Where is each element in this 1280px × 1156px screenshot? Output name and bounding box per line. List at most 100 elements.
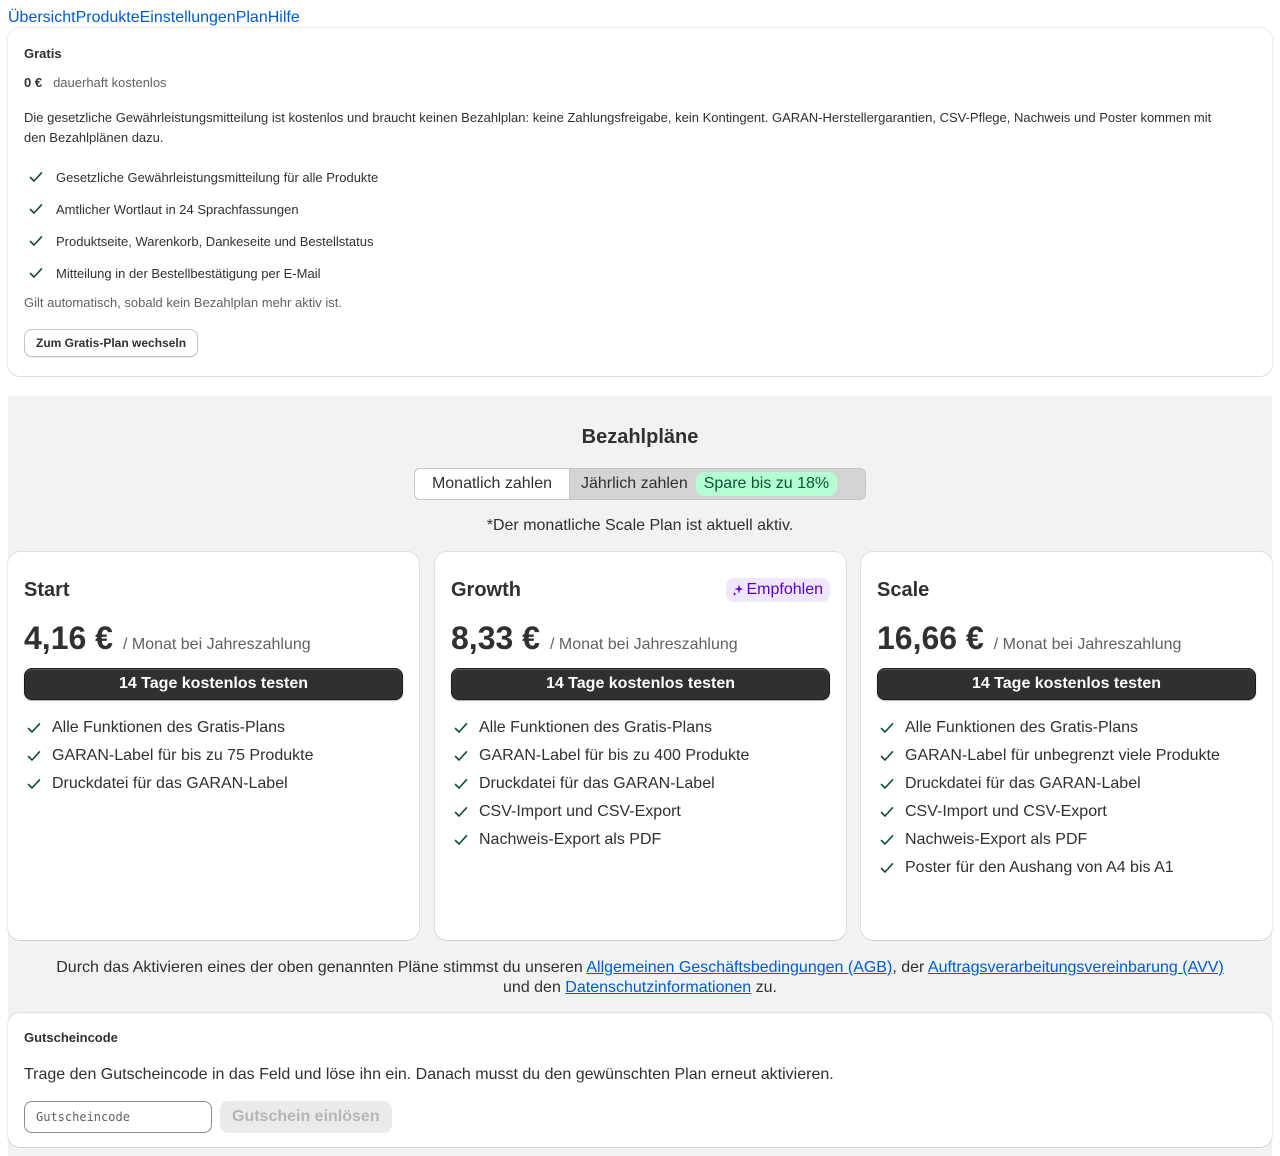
checkmark-icon [877, 746, 897, 766]
plan-name: Scale [877, 578, 930, 601]
plan-feature-list: Alle Funktionen des Gratis-Plans GARAN-L… [451, 714, 830, 854]
plan-feature-item: Alle Funktionen des Gratis-Plans [877, 714, 1256, 742]
paid-plans-section: Bezahlpläne Monatlich zahlen Jährlich za… [8, 396, 1272, 1156]
checkmark-icon [451, 802, 471, 822]
voucher-card: Gutscheincode Trage den Gutscheincode in… [8, 1013, 1272, 1147]
plan-card-scale: Scale 16,66 € / Monat bei Jahreszahlung … [861, 552, 1272, 940]
plan-feature-item: CSV-Import und CSV-Export [451, 798, 830, 826]
recommended-badge: Empfohlen [725, 578, 830, 602]
checkmark-icon [877, 802, 897, 822]
plan-feature-label: Nachweis-Export als PDF [905, 831, 1088, 848]
plan-price-period: / Monat bei Jahreszahlung [122, 636, 311, 653]
privacy-info-link[interactable]: Datenschutzinformationen [565, 979, 751, 996]
plan-feature-item: Alle Funktionen des Gratis-Plans [24, 714, 403, 742]
start-trial-button[interactable]: 14 Tage kostenlos testen [877, 668, 1256, 700]
checkmark-icon [24, 774, 44, 794]
gratis-feature-label: Produktseite, Warenkorb, Dankeseite und … [56, 233, 374, 249]
start-trial-button[interactable]: 14 Tage kostenlos testen [451, 668, 830, 700]
redeem-voucher-button[interactable]: Gutschein einlösen [220, 1101, 392, 1133]
voucher-code-input[interactable] [24, 1101, 212, 1133]
plan-feature-label: Nachweis-Export als PDF [479, 831, 662, 848]
plan-header: Start [24, 576, 403, 604]
plan-price-period: / Monat bei Jahreszahlung [549, 636, 738, 653]
plan-feature-list: Alle Funktionen des Gratis-Plans GARAN-L… [877, 714, 1256, 882]
recommended-label: Empfohlen [746, 581, 824, 598]
terms-consent-text: Durch das Aktivieren eines der oben gena… [8, 958, 1272, 998]
gratis-title: Gratis [24, 46, 62, 61]
plan-feature-item: GARAN-Label für bis zu 400 Produkte [451, 742, 830, 770]
top-navigation: Übersicht Produkte Einstellungen Plan Hi… [8, 8, 300, 28]
nav-link-plan[interactable]: Plan [236, 8, 268, 28]
nav-link-hilfe[interactable]: Hilfe [268, 8, 300, 28]
gratis-feature-item: Mitteilung in der Bestellbestätigung per… [24, 257, 1256, 289]
plan-price-period: / Monat bei Jahreszahlung [993, 636, 1182, 653]
terms-text-part: und den [503, 979, 566, 996]
terms-text-part: Durch das Aktivieren eines der oben gena… [56, 959, 587, 976]
plan-name: Start [24, 578, 70, 601]
monthly-billing-option[interactable]: Monatlich zahlen [415, 469, 569, 499]
checkmark-icon [26, 167, 46, 187]
gratis-feature-item: Produktseite, Warenkorb, Dankeseite und … [24, 225, 1256, 257]
checkmark-icon [451, 718, 471, 738]
plan-feature-label: Druckdatei für das GARAN-Label [479, 775, 715, 792]
plan-feature-item: CSV-Import und CSV-Export [877, 798, 1256, 826]
savings-badge: Spare bis zu 18% [695, 472, 838, 496]
checkmark-icon [877, 718, 897, 738]
plan-feature-label: CSV-Import und CSV-Export [479, 803, 681, 820]
checkmark-icon [877, 830, 897, 850]
paid-plans-heading: Bezahlpläne [581, 426, 699, 448]
gratis-feature-item: Amtlicher Wortlaut in 24 Sprachfassungen [24, 193, 1256, 225]
plan-feature-label: GARAN-Label für bis zu 400 Produkte [479, 747, 750, 764]
terms-text-part: , der [892, 959, 928, 976]
active-plan-note: *Der monatliche Scale Plan ist aktuell a… [486, 517, 794, 534]
plan-price: 4,16 € [24, 620, 113, 656]
plan-header: Growth Empfohlen [451, 576, 830, 604]
plan-feature-label: GARAN-Label für bis zu 75 Produkte [52, 747, 314, 764]
plan-feature-item: GARAN-Label für unbegrenzt viele Produkt… [877, 742, 1256, 770]
yearly-billing-option[interactable]: Jährlich zahlen Spare bis zu 18% [569, 469, 865, 499]
plan-feature-item: Nachweis-Export als PDF [451, 826, 830, 854]
nav-link-uebersicht[interactable]: Übersicht [8, 8, 76, 28]
plan-feature-list: Alle Funktionen des Gratis-Plans GARAN-L… [24, 714, 403, 798]
plan-feature-label: GARAN-Label für unbegrenzt viele Produkt… [905, 747, 1220, 764]
gratis-price: 0 € [24, 75, 43, 90]
checkmark-icon [451, 830, 471, 850]
nav-link-einstellungen[interactable]: Einstellungen [140, 8, 236, 28]
plan-header: Scale [877, 576, 1256, 604]
gratis-plan-card: Gratis 0 € dauerhaft kostenlos Die geset… [8, 28, 1272, 376]
plan-feature-label: CSV-Import und CSV-Export [905, 803, 1107, 820]
gratis-feature-label: Gesetzliche Gewährleistungsmitteilung fü… [56, 169, 379, 185]
checkmark-icon [26, 199, 46, 219]
plan-feature-item: Nachweis-Export als PDF [877, 826, 1256, 854]
plan-price-line: 16,66 € / Monat bei Jahreszahlung [877, 620, 1256, 660]
plan-name: Growth [451, 578, 521, 601]
start-trial-button[interactable]: 14 Tage kostenlos testen [24, 668, 403, 700]
voucher-input-row: Gutschein einlösen [24, 1101, 1256, 1133]
plan-card-start: Start 4,16 € / Monat bei Jahreszahlung 1… [8, 552, 419, 940]
gratis-feature-label: Mitteilung in der Bestellbestätigung per… [56, 265, 321, 281]
plan-feature-label: Alle Funktionen des Gratis-Plans [905, 719, 1138, 736]
gratis-feature-item: Gesetzliche Gewährleistungsmitteilung fü… [24, 161, 1256, 193]
avv-link[interactable]: Auftragsverarbeitungsvereinbarung (AVV) [928, 959, 1224, 976]
agb-link[interactable]: Allgemeinen Geschäftsbedingungen (AGB) [586, 959, 892, 976]
plan-feature-item: Druckdatei für das GARAN-Label [877, 770, 1256, 798]
yearly-billing-label: Jährlich zahlen [581, 475, 688, 492]
plan-feature-label: Druckdatei für das GARAN-Label [905, 775, 1141, 792]
gratis-auto-note: Gilt automatisch, sobald kein Bezahlplan… [24, 295, 342, 310]
checkmark-icon [451, 774, 471, 794]
plan-feature-item: Druckdatei für das GARAN-Label [24, 770, 403, 798]
billing-interval-toggle: Monatlich zahlen Jährlich zahlen Spare b… [414, 468, 866, 500]
checkmark-icon [451, 746, 471, 766]
nav-link-produkte[interactable]: Produkte [76, 8, 140, 28]
voucher-description: Trage den Gutscheincode in das Feld und … [24, 1066, 834, 1083]
gratis-price-row: 0 € dauerhaft kostenlos [24, 74, 1256, 92]
terms-text-part: zu. [751, 979, 777, 996]
checkmark-icon [24, 746, 44, 766]
checkmark-icon [877, 858, 897, 878]
gratis-description: Die gesetzliche Gewährleistungsmitteilun… [24, 110, 1212, 145]
plan-feature-label: Alle Funktionen des Gratis-Plans [479, 719, 712, 736]
plan-feature-item: Alle Funktionen des Gratis-Plans [451, 714, 830, 742]
plan-feature-label: Alle Funktionen des Gratis-Plans [52, 719, 285, 736]
switch-to-gratis-button[interactable]: Zum Gratis-Plan wechseln [24, 329, 199, 357]
checkmark-icon [877, 774, 897, 794]
